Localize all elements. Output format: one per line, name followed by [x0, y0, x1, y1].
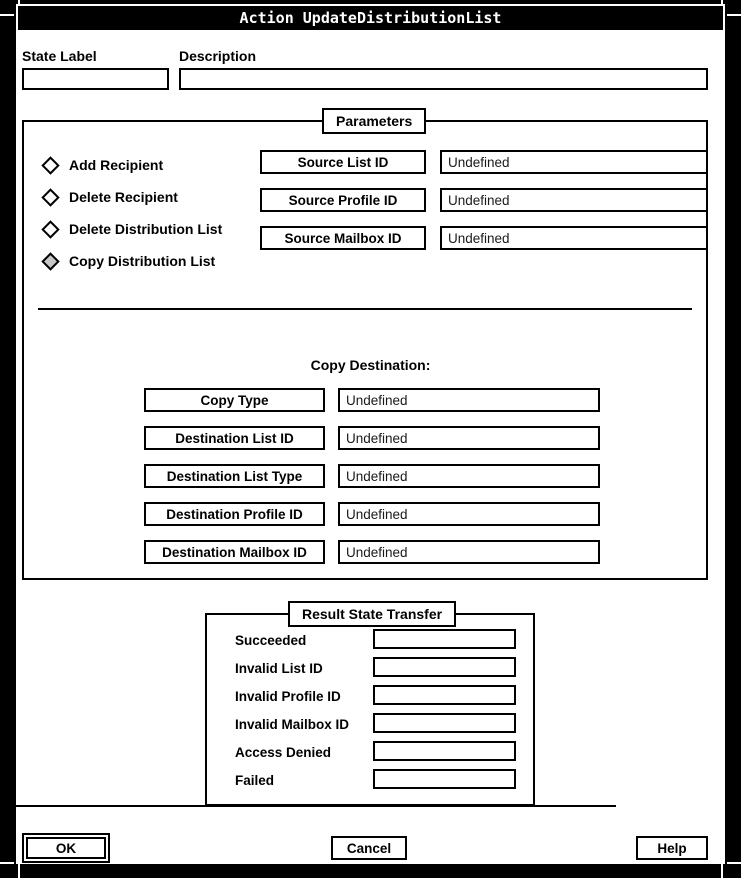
rst-input-invalid-mailbox-id[interactable] [373, 713, 516, 733]
destination-list-type-value[interactable]: Undefined [338, 464, 600, 488]
radio-label-delete-recipient: Delete Recipient [69, 189, 178, 205]
description-caption: Description [179, 48, 257, 64]
radio-label-copy-distribution-list: Copy Distribution List [69, 253, 216, 269]
rst-label-access-denied: Access Denied [235, 745, 332, 760]
copy-type-button[interactable]: Copy Type [144, 388, 325, 412]
source-list-id-value[interactable]: Undefined [440, 150, 708, 174]
frame-resize-handle-left-top[interactable] [0, 14, 14, 16]
frame-resize-handle-bottom-left[interactable] [18, 864, 20, 878]
result-state-transfer-title: Result State Transfer [288, 601, 457, 627]
radio-delete-distribution-list[interactable]: Delete Distribution List [41, 219, 223, 239]
rst-label-invalid-mailbox-id: Invalid Mailbox ID [235, 717, 350, 732]
frame-resize-handle-left-bottom[interactable] [0, 862, 14, 864]
rst-label-invalid-list-id: Invalid List ID [235, 661, 323, 676]
copy-type-value[interactable]: Undefined [338, 388, 600, 412]
copy-destination-heading: Copy Destination: [310, 357, 431, 373]
state-label-caption: State Label [22, 48, 97, 64]
frame-resize-handle-right-top[interactable] [727, 14, 741, 16]
rst-input-invalid-profile-id[interactable] [373, 685, 516, 705]
copy-destination-separator [38, 308, 692, 310]
description-input[interactable] [179, 68, 708, 90]
radio-copy-distribution-list[interactable]: Copy Distribution List [41, 251, 216, 271]
source-mailbox-id-value[interactable]: Undefined [440, 226, 708, 250]
radio-delete-recipient[interactable]: Delete Recipient [41, 187, 178, 207]
source-list-id-button[interactable]: Source List ID [260, 150, 426, 174]
source-profile-id-button[interactable]: Source Profile ID [260, 188, 426, 212]
action-bar-separator [16, 805, 616, 807]
parameters-group-title: Parameters [322, 108, 427, 134]
rst-input-invalid-list-id[interactable] [373, 657, 516, 677]
state-label-input[interactable] [22, 68, 169, 90]
help-button[interactable]: Help [636, 836, 708, 860]
rst-label-failed: Failed [235, 773, 275, 788]
destination-mailbox-id-value[interactable]: Undefined [338, 540, 600, 564]
destination-profile-id-value[interactable]: Undefined [338, 502, 600, 526]
rst-input-succeeded[interactable] [373, 629, 516, 649]
rst-label-succeeded: Succeeded [235, 633, 307, 648]
radio-label-add-recipient: Add Recipient [69, 157, 164, 173]
destination-list-id-button[interactable]: Destination List ID [144, 426, 325, 450]
frame-resize-handle-bottom-right[interactable] [721, 864, 723, 878]
cancel-button[interactable]: Cancel [331, 836, 407, 860]
radio-label-delete-distribution-list: Delete Distribution List [69, 221, 223, 237]
destination-profile-id-button[interactable]: Destination Profile ID [144, 502, 325, 526]
rst-input-access-denied[interactable] [373, 741, 516, 761]
frame-resize-handle-right-bottom[interactable] [727, 862, 741, 864]
destination-list-id-value[interactable]: Undefined [338, 426, 600, 450]
radio-diamond-icon[interactable] [41, 219, 60, 239]
rst-input-failed[interactable] [373, 769, 516, 789]
window-frame: Action UpdateDistributionList State Labe… [0, 0, 741, 878]
radio-diamond-icon[interactable] [41, 187, 60, 207]
destination-mailbox-id-button[interactable]: Destination Mailbox ID [144, 540, 325, 564]
source-mailbox-id-button[interactable]: Source Mailbox ID [260, 226, 426, 250]
ok-button[interactable]: OK [26, 837, 106, 859]
radio-diamond-selected-icon[interactable] [41, 251, 60, 271]
radio-diamond-icon[interactable] [41, 155, 60, 175]
window-title-bar[interactable]: Action UpdateDistributionList [16, 4, 725, 30]
dialog-client-area: State Label Description Parameters Add R… [16, 30, 725, 864]
rst-label-invalid-profile-id: Invalid Profile ID [235, 689, 341, 704]
destination-list-type-button[interactable]: Destination List Type [144, 464, 325, 488]
radio-add-recipient[interactable]: Add Recipient [41, 155, 164, 175]
source-profile-id-value[interactable]: Undefined [440, 188, 708, 212]
window-title: Action UpdateDistributionList [239, 9, 502, 27]
